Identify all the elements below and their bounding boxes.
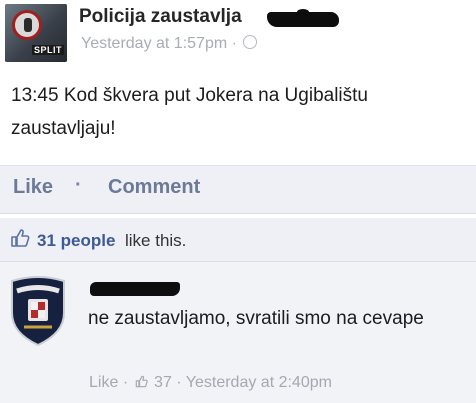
redaction-scribble [267,9,339,27]
post-timestamp[interactable]: Yesterday at 1:57pm [81,35,227,52]
likes-suffix: like this. [125,231,187,250]
post-header: SPLIT Policija zaustavlja Yesterday at 1… [0,0,476,62]
meta-separator: · [231,35,237,52]
traffic-sign-icon [12,10,42,40]
likes-count-link[interactable]: 31 people [37,231,115,251]
comment-separator: · [176,374,182,391]
comment: ne zaustavljamo, svratili smo na cevape … [0,262,476,403]
globe-icon [243,35,258,49]
thumbs-up-icon [135,375,148,388]
comment-meta: Like · 37 · Yesterday at 2:40pm [89,374,332,392]
like-button[interactable]: Like [13,176,53,199]
action-separator: · [75,174,82,196]
avatar-tag: SPLIT [32,45,65,55]
page-name-link[interactable]: Policija zaustavlja [79,6,242,28]
post-text: 13:45 Kod škvera put Jokera na Ugibališt… [11,85,368,139]
comment-like-button[interactable]: Like [89,374,118,391]
police-badge-icon[interactable] [8,275,68,347]
comment-text: ne zaustavljamo, svratili smo na cevape [88,308,424,329]
comment-separator: · [122,374,129,391]
thumbs-up-icon [11,229,30,247]
post-meta: Yesterday at 1:57pm · [81,35,258,53]
comment-timestamp[interactable]: Yesterday at 2:40pm [186,374,332,391]
comment-button[interactable]: Comment [108,176,200,199]
comment-like-count[interactable]: 37 [154,374,172,391]
commenter-redaction [90,282,180,296]
action-bar: Like · Comment [0,165,476,214]
likes-summary: 31 people like this. [0,218,476,262]
page-avatar[interactable]: SPLIT [5,4,67,62]
